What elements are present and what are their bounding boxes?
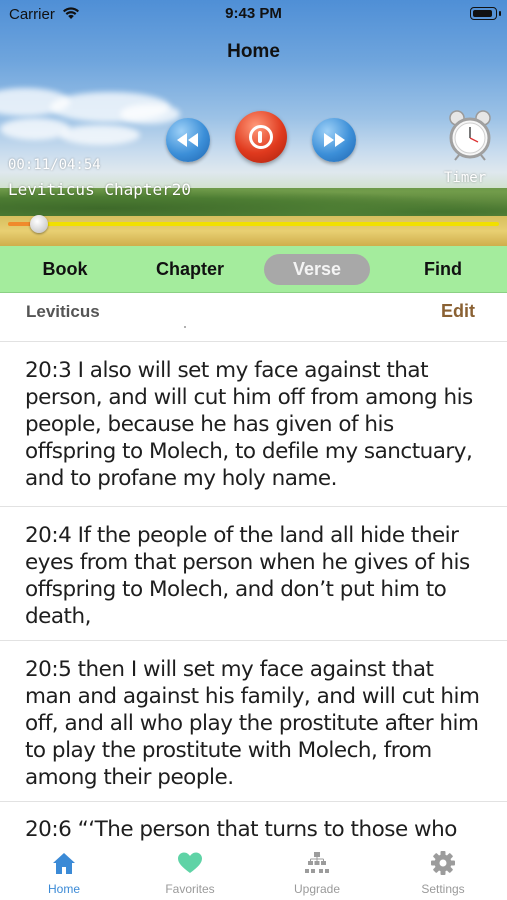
verse-row[interactable]: 20:4 If the people of the land all hide … [0,508,507,641]
tab-favorites[interactable]: Favorites [140,848,240,898]
fast-forward-button[interactable] [312,118,356,162]
tab-chapter[interactable]: Chapter [140,254,240,285]
power-icon [249,125,273,149]
cloud-decoration [60,125,140,145]
verse-text: 20:5 then I will set my face against tha… [25,657,480,790]
divider-dot [184,326,186,328]
battery-icon [470,7,501,20]
gear-icon [431,851,455,875]
player-header: Carrier 9:43 PM Home 00:11/04:54 Levitic… [0,0,507,246]
timer-label[interactable]: Timer [444,170,486,186]
upgrade-icon [305,852,329,873]
tab-home[interactable]: Home [14,848,114,898]
tab-book[interactable]: Book [20,254,110,285]
track-title: Leviticus Chapter20 [8,180,192,199]
status-time: 9:43 PM [225,5,282,22]
book-header-row: Leviticus Edit [0,294,507,342]
field-decoration [0,216,507,246]
mode-tab-bar: Book Chapter Verse Find [0,246,507,293]
rewind-button[interactable] [166,118,210,162]
progress-thumb[interactable] [29,215,48,233]
cloud-decoration [120,104,180,124]
house-icon [53,853,75,874]
play-pause-button[interactable] [235,111,287,163]
edit-button[interactable]: Edit [441,301,475,322]
verse-text: 20:6 “‘The person that turns to those wh… [25,817,457,842]
bottom-tab-bar: Home Favorites Upgrade Settings [0,842,507,900]
rewind-icon [177,133,198,147]
heart-icon [178,852,202,873]
tab-label: Upgrade [293,882,341,896]
tab-settings[interactable]: Settings [393,848,493,898]
elapsed-time: 00:11/04:54 [8,157,101,173]
status-bar: Carrier 9:43 PM [0,0,507,28]
tab-upgrade[interactable]: Upgrade [267,848,367,898]
tab-label: Favorites [165,882,215,896]
alarm-clock-icon[interactable] [447,108,493,162]
verse-text: 20:4 If the people of the land all hide … [25,523,470,629]
tab-find[interactable]: Find [400,254,486,285]
fast-forward-icon [324,133,345,147]
page-title: Home [227,41,280,62]
verse-row[interactable]: 20:5 then I will set my face against tha… [0,642,507,802]
tab-label: Home [47,882,80,896]
verse-text: 20:3 I also will set my face against tha… [25,358,473,491]
cloud-decoration [0,118,70,140]
tab-verse[interactable]: Verse [264,254,370,285]
verse-row[interactable]: 20:6 “‘The person that turns to those wh… [0,803,507,843]
verse-row[interactable]: 20:3 I also will set my face against tha… [0,343,507,507]
tab-label: Settings [421,882,465,896]
progress-slider[interactable] [8,215,499,233]
book-name: Leviticus [26,302,100,321]
